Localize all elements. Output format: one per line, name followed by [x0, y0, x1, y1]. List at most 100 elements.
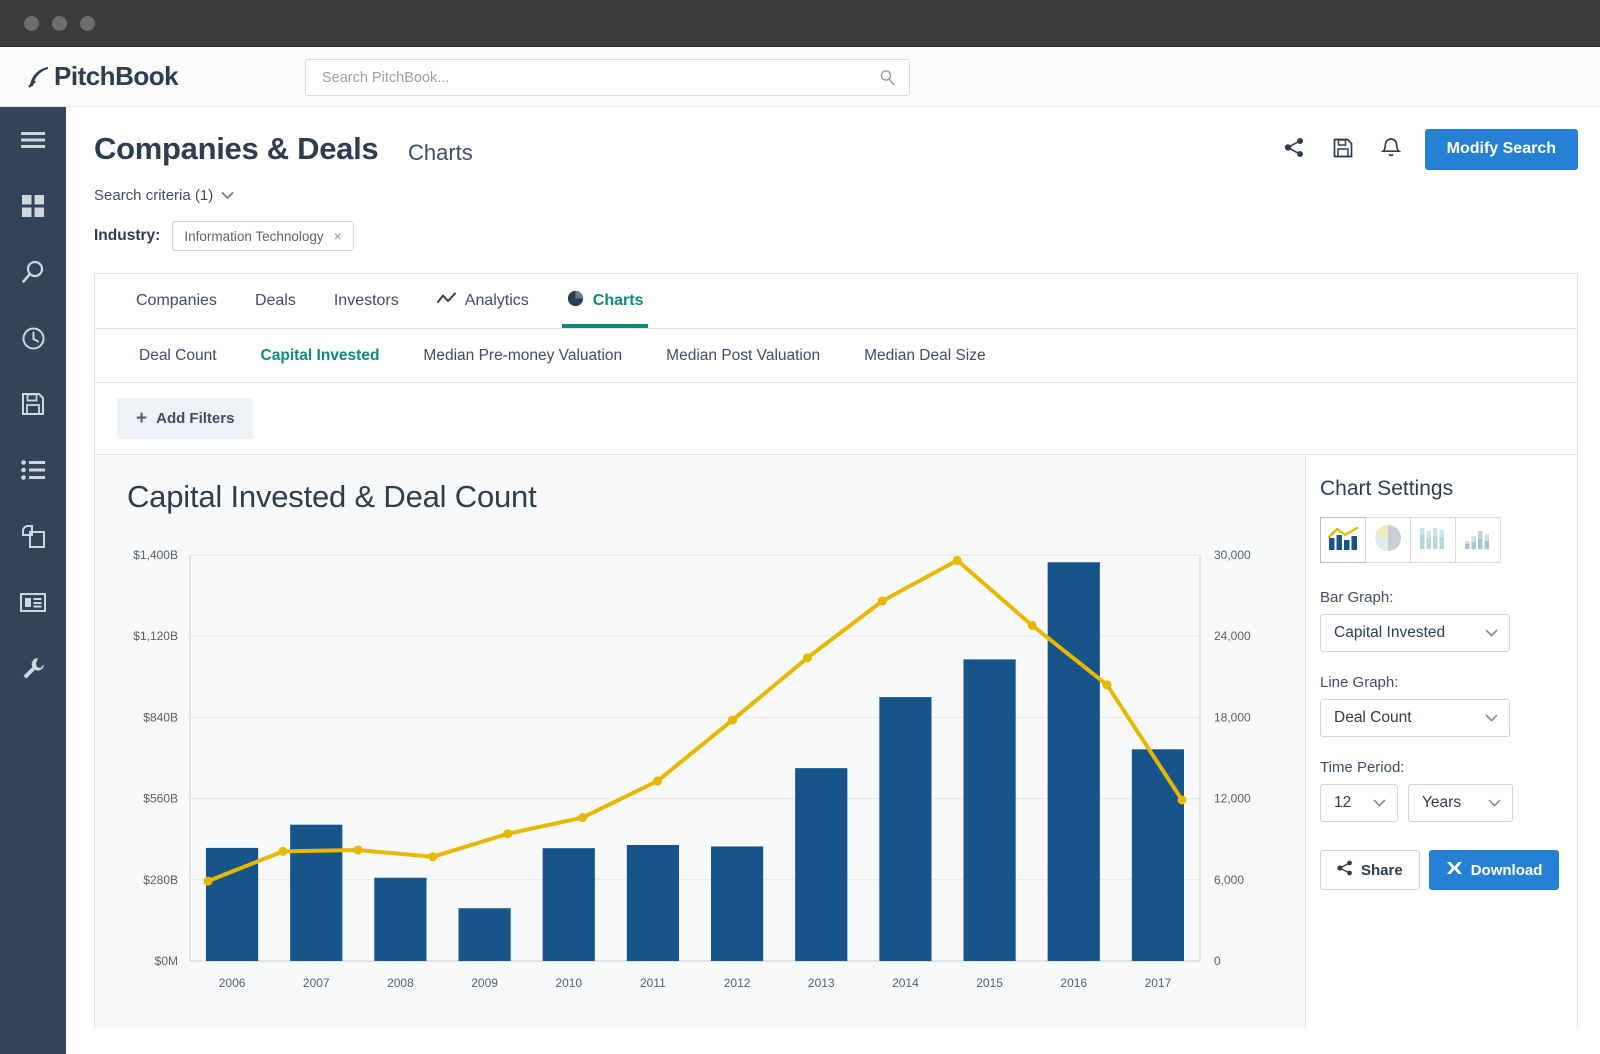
chart-panel: Capital Invested & Deal Count $0M $280B $5… — [95, 455, 1305, 1029]
svg-text:2014: 2014 — [892, 976, 919, 990]
tab-charts[interactable]: Charts — [548, 273, 663, 328]
sidebar-item-dashboard[interactable] — [0, 173, 66, 239]
clock-icon — [21, 326, 46, 351]
svg-text:2016: 2016 — [1060, 976, 1087, 990]
share-icon — [1284, 137, 1305, 161]
search-icon[interactable] — [879, 69, 896, 91]
search-criteria-label: Search criteria (1) — [94, 187, 214, 204]
svg-text:2006: 2006 — [219, 976, 246, 990]
sidebar-item-news[interactable] — [0, 569, 66, 635]
svg-text:$1,120B: $1,120B — [133, 629, 178, 643]
modify-search-button[interactable]: Modify Search — [1424, 128, 1578, 170]
window-maximize-button[interactable] — [80, 15, 95, 31]
alerts-button[interactable] — [1367, 127, 1415, 171]
bar-graph-select[interactable]: Capital Invested — [1320, 614, 1510, 652]
sidebar-item-lists[interactable] — [0, 437, 66, 503]
floppy-save-icon — [21, 392, 45, 416]
global-search — [305, 59, 910, 96]
chart-area: Capital Invested & Deal Count $0M $280B $5… — [94, 455, 1578, 1029]
chart-type-pie-button[interactable] — [1365, 517, 1411, 563]
share-icon — [1337, 860, 1353, 880]
pie-chart-icon — [1373, 523, 1403, 558]
line-graph-label: Line Graph: — [1320, 674, 1399, 691]
subtab-median-post-valuation[interactable]: Median Post Valuation — [644, 347, 842, 365]
left-sidebar — [0, 107, 66, 1054]
svg-text:24,000: 24,000 — [1214, 629, 1251, 643]
tab-analytics[interactable]: Analytics — [418, 273, 548, 328]
sidebar-item-search[interactable] — [0, 239, 66, 305]
combo-bar-line-chart-icon — [1327, 524, 1359, 557]
chevron-down-icon — [1485, 624, 1498, 642]
chart-type-selector — [1320, 517, 1577, 563]
svg-text:30,000: 30,000 — [1214, 548, 1251, 562]
subtab-capital-invested[interactable]: Capital Invested — [239, 347, 402, 365]
tab-card: Companies Deals Investors Analytics Char… — [94, 273, 1578, 455]
svg-text:2007: 2007 — [303, 976, 330, 990]
svg-text:2012: 2012 — [724, 976, 751, 990]
sidebar-item-menu[interactable] — [0, 107, 66, 173]
chevron-down-icon — [1485, 709, 1498, 727]
sidebar-item-saved[interactable] — [0, 371, 66, 437]
settings-actions: Share Download — [1320, 850, 1577, 890]
share-button[interactable] — [1271, 127, 1319, 171]
chart-type-grouped-bar-button[interactable] — [1410, 517, 1456, 563]
page-subtitle: Charts — [408, 140, 473, 165]
svg-text:2013: 2013 — [808, 976, 835, 990]
subtab-median-pre-money-valuation[interactable]: Median Pre-money Valuation — [401, 347, 644, 365]
subtab-deal-count[interactable]: Deal Count — [117, 347, 239, 365]
line-graph-select[interactable]: Deal Count — [1320, 699, 1510, 737]
sidebar-item-files[interactable] — [0, 503, 66, 569]
svg-text:6,000: 6,000 — [1214, 873, 1244, 887]
brand-bar: PitchBook — [0, 47, 1600, 107]
menu-icon — [20, 130, 46, 150]
download-button[interactable]: Download — [1428, 850, 1560, 890]
sidebar-item-recent[interactable] — [0, 305, 66, 371]
chart-type-stacked-bar-button[interactable] — [1455, 517, 1501, 563]
search-input[interactable] — [305, 59, 910, 96]
stacked-bar-chart-icon — [1463, 525, 1493, 556]
svg-text:0: 0 — [1214, 954, 1221, 968]
filter-chip-industry[interactable]: Information Technology × — [172, 221, 354, 251]
svg-text:$560B: $560B — [143, 792, 178, 806]
tab-companies[interactable]: Companies — [117, 273, 236, 328]
grouped-bar-chart-icon — [1418, 525, 1448, 556]
feather-logo-icon — [28, 66, 48, 88]
page-content: Companies & Deals Charts Modify Search S… — [66, 107, 1600, 1054]
tab-investors[interactable]: Investors — [315, 273, 418, 328]
close-icon[interactable]: × — [334, 228, 342, 244]
save-button[interactable] — [1319, 127, 1367, 171]
share-chart-button[interactable]: Share — [1320, 850, 1420, 890]
brand-name: PitchBook — [54, 61, 179, 91]
list-icon — [20, 460, 46, 480]
svg-text:$1,400B: $1,400B — [133, 548, 178, 562]
dashboard-icon — [21, 194, 45, 218]
svg-text:$840B: $840B — [143, 710, 178, 724]
pitchbook-logo[interactable]: PitchBook — [26, 61, 226, 92]
plus-icon: + — [136, 408, 148, 429]
bar-graph-value: Capital Invested — [1334, 624, 1446, 641]
page-title: Companies & Deals — [94, 131, 379, 166]
chart-svg[interactable]: $0M $280B $560B $840B $1,120B $1,400B 0 6,000 12… — [95, 543, 1325, 1023]
add-filters-button[interactable]: + Add Filters — [117, 398, 254, 439]
copy-files-icon — [21, 524, 46, 549]
search-criteria-toggle[interactable]: Search criteria (1) — [94, 187, 234, 204]
excel-download-icon — [1446, 860, 1463, 880]
time-period-count-select[interactable]: 12 — [1320, 784, 1398, 822]
window-minimize-button[interactable] — [52, 15, 67, 31]
chart-settings-heading: Chart Settings — [1320, 477, 1454, 500]
tab-deals[interactable]: Deals — [236, 273, 315, 328]
window-close-button[interactable] — [24, 15, 39, 31]
industry-filter-row: Industry: Information Technology × — [94, 221, 1600, 251]
filter-chip-label: Information Technology — [184, 228, 324, 244]
subtab-median-deal-size[interactable]: Median Deal Size — [842, 347, 1007, 365]
sidebar-item-tools[interactable] — [0, 635, 66, 701]
time-period-label: Time Period: — [1320, 759, 1405, 776]
chart-type-combo-bar-line-button[interactable] — [1320, 517, 1366, 563]
tab-label: Analytics — [464, 291, 529, 309]
app-window: PitchBook Search PitchBook... Companies … — [0, 0, 1600, 1054]
share-chart-label: Share — [1361, 861, 1403, 879]
svg-text:$0M: $0M — [155, 954, 178, 968]
chevron-down-icon — [1373, 794, 1386, 812]
time-period-unit-select[interactable]: Years — [1408, 784, 1513, 822]
svg-text:18,000: 18,000 — [1214, 710, 1251, 724]
